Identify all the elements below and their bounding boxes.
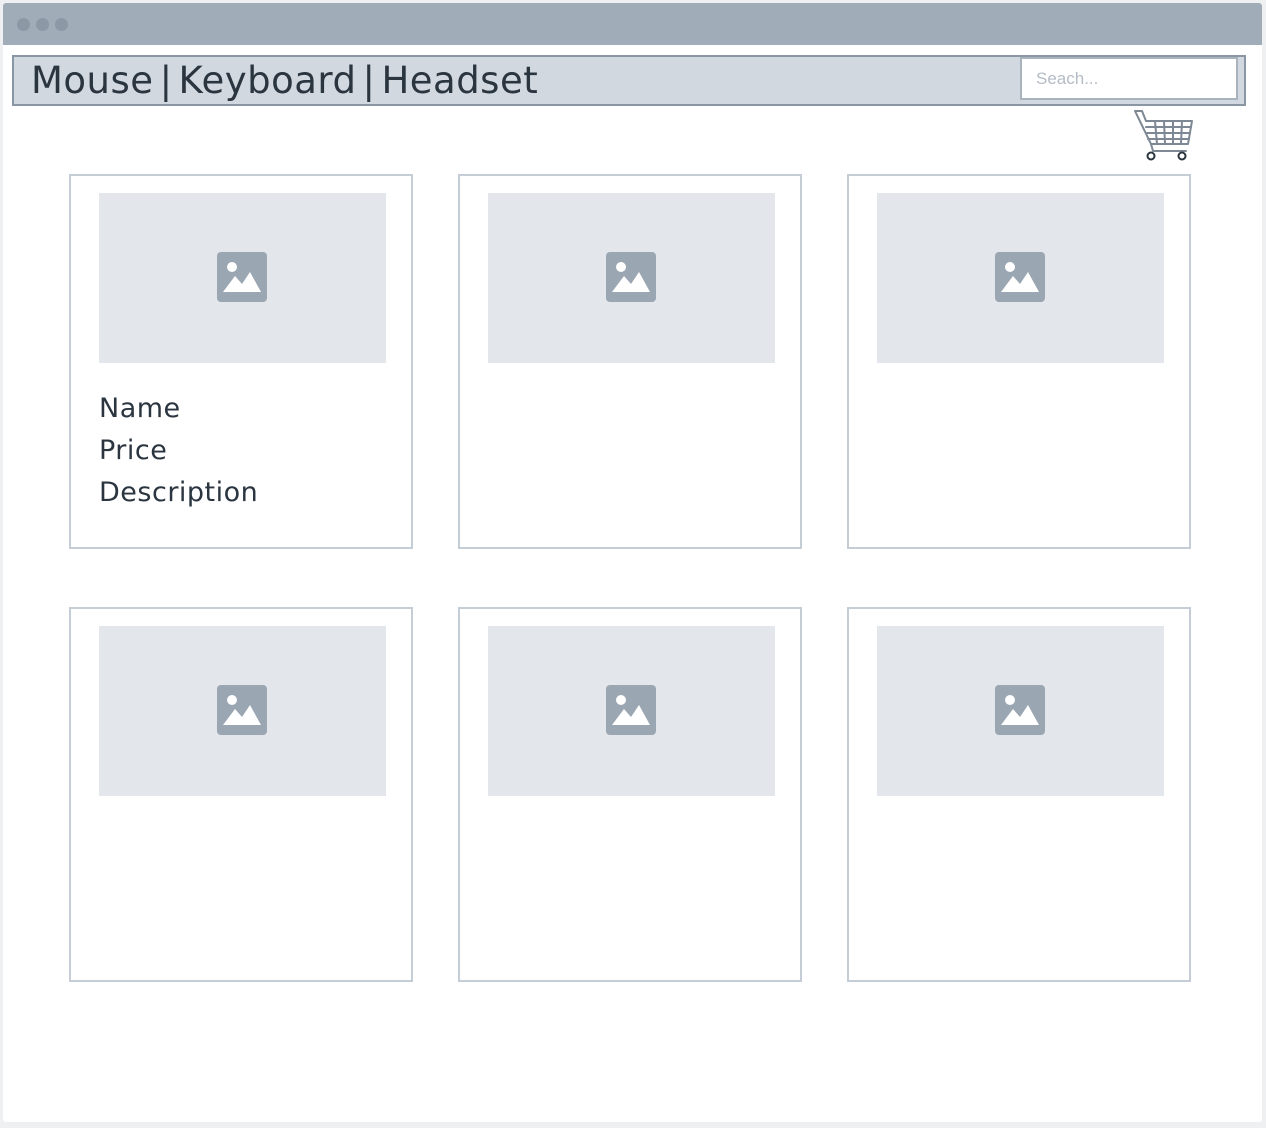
product-image xyxy=(99,626,386,796)
product-card[interactable]: Name Price Description xyxy=(69,174,413,549)
cart-icon xyxy=(1134,110,1193,161)
browser-window: Mouse | Keyboard | Headset Seach... Name… xyxy=(3,3,1262,1122)
cart-button[interactable] xyxy=(1133,107,1195,165)
nav-separator: | xyxy=(159,59,173,102)
image-placeholder-icon xyxy=(217,252,267,302)
product-name: Name xyxy=(99,393,181,424)
image-placeholder-icon xyxy=(995,685,1045,735)
window-close-dot[interactable] xyxy=(17,18,30,31)
image-placeholder-icon xyxy=(995,252,1045,302)
nav-separator: | xyxy=(362,59,376,102)
product-card[interactable] xyxy=(458,607,802,982)
product-image xyxy=(877,626,1164,796)
window-maximize-dot[interactable] xyxy=(55,18,68,31)
product-image xyxy=(877,193,1164,363)
nav-link-mouse[interactable]: Mouse xyxy=(31,60,154,101)
top-navbar: Mouse | Keyboard | Headset xyxy=(12,55,1246,106)
window-minimize-dot[interactable] xyxy=(36,18,49,31)
product-info: Name Price Description xyxy=(99,388,258,514)
product-image xyxy=(488,193,775,363)
image-placeholder-icon xyxy=(606,685,656,735)
product-card[interactable] xyxy=(458,174,802,549)
product-image xyxy=(488,626,775,796)
search-input[interactable] xyxy=(1020,57,1238,100)
product-image xyxy=(99,193,386,363)
product-description: Description xyxy=(99,477,259,508)
category-nav: Mouse | Keyboard | Headset xyxy=(31,60,538,101)
window-titlebar xyxy=(3,3,1262,45)
nav-link-keyboard[interactable]: Keyboard xyxy=(179,60,357,101)
product-card[interactable] xyxy=(847,174,1191,549)
product-card[interactable] xyxy=(847,607,1191,982)
nav-link-headset[interactable]: Headset xyxy=(381,60,538,101)
product-price: Price xyxy=(99,435,168,466)
image-placeholder-icon xyxy=(217,685,267,735)
image-placeholder-icon xyxy=(606,252,656,302)
product-card[interactable] xyxy=(69,607,413,982)
